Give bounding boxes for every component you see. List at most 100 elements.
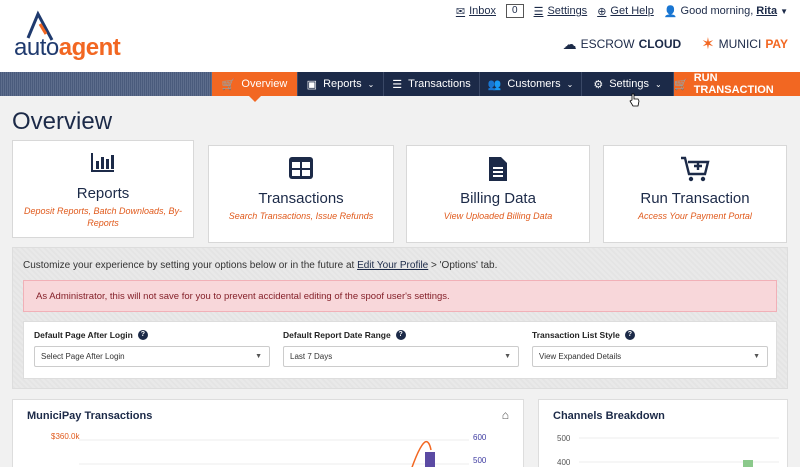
channels-axis-tick: 400 <box>557 458 571 467</box>
report-range-select[interactable]: Last 7 Days ▼ <box>283 346 519 367</box>
cart-icon: 🛒 <box>674 78 688 91</box>
report-range-value: Last 7 Days <box>290 352 333 361</box>
default-page-option: Default Page After Login? Select Page Af… <box>34 330 270 367</box>
chevron-down-icon: ⌄ <box>654 79 662 89</box>
report-range-option: Default Report Date Range? Last 7 Days ▼ <box>283 330 519 367</box>
cart-icon: 🛒 <box>221 78 236 91</box>
utility-bar: ✉ Inbox 0 ☰ Settings ⊕ Get Help 👤 Good m… <box>456 4 788 18</box>
default-page-label: Default Page After Login <box>34 330 133 340</box>
nav-customers-label: Customers <box>507 78 561 90</box>
chevron-down-icon: ▼ <box>504 353 511 360</box>
list-style-option: Transaction List Style? View Expanded De… <box>532 330 768 367</box>
list-style-label: Transaction List Style <box>532 330 620 340</box>
cart-plus-icon <box>604 156 786 182</box>
bar-chart-icon <box>13 151 193 177</box>
reports-card-subtitle: Deposit Reports, Batch Downloads, By-Rep… <box>23 206 183 228</box>
right-axis-tick: 500 <box>473 456 487 465</box>
home-icon[interactable]: ⌂ <box>502 408 509 422</box>
help-icon[interactable]: ? <box>624 330 635 340</box>
user-name: Rita <box>756 5 778 17</box>
edit-profile-link[interactable]: Edit Your Profile <box>357 260 428 271</box>
chevron-down-icon: ⌄ <box>367 79 375 89</box>
help-icon: ⊕ <box>597 5 607 18</box>
left-axis-tick: $360.0k <box>51 432 80 441</box>
user-menu[interactable]: 👤 Good morning, Rita ▼ <box>664 5 788 18</box>
channels-axis-tick: 500 <box>557 434 571 443</box>
run-transaction-card[interactable]: Run Transaction Access Your Payment Port… <box>603 145 787 243</box>
nav-transactions-label: Transactions <box>408 78 471 90</box>
chevron-down-icon: ▼ <box>255 353 262 360</box>
cloud-label: CLOUD <box>638 37 682 51</box>
reports-card[interactable]: Reports Deposit Reports, Batch Downloads… <box>12 140 194 238</box>
channels-breakdown-title: Channels Breakdown <box>553 410 665 422</box>
document-icon <box>407 156 589 182</box>
run-transaction-label: RUN TRANSACTION <box>693 72 774 96</box>
inbox-link[interactable]: ✉ Inbox <box>456 5 496 18</box>
user-icon: 👤 <box>663 5 678 18</box>
channels-breakdown-widget: Channels Breakdown 500 400 <box>538 399 788 467</box>
list-icon: ☰ <box>392 78 403 91</box>
options-intro-suffix: > 'Options' tab. <box>431 260 498 271</box>
options-intro-text: Customize your experience by setting you… <box>23 260 355 271</box>
escrowcloud-brand[interactable]: ☁ ESCROW CLOUD <box>563 36 682 53</box>
page-title: Overview <box>12 108 113 135</box>
municipay-transactions-widget: MuniciPay Transactions ⌂ $360.0k 600 500 <box>12 399 524 467</box>
nav-overview[interactable]: 🛒 Overview <box>212 72 298 102</box>
right-axis-tick: 600 <box>473 433 487 442</box>
list-icon: ☰ <box>533 5 544 18</box>
transactions-chart <box>79 439 469 467</box>
gears-icon: ⚙ <box>593 78 604 91</box>
nav-settings-label: Settings <box>609 78 649 90</box>
help-icon[interactable]: ? <box>395 330 406 340</box>
run-transaction-button[interactable]: 🛒 RUN TRANSACTION <box>674 72 800 96</box>
logo-wordmark: autoagent <box>14 34 121 61</box>
chevron-down-icon: ▼ <box>753 353 760 360</box>
transactions-card-title: Transactions <box>258 190 344 207</box>
nav-transactions[interactable]: ☰ Transactions <box>384 72 480 96</box>
table-icon <box>209 156 393 182</box>
channels-chart <box>579 437 779 467</box>
inbox-count-badge: 0 <box>506 4 524 18</box>
help-link-label: Get Help <box>610 5 654 17</box>
options-panel: Customize your experience by setting you… <box>12 247 788 389</box>
list-style-select[interactable]: View Expanded Details ▼ <box>532 346 768 367</box>
nav-reports-label: Reports <box>323 78 362 90</box>
cloud-icon: ☁ <box>562 35 577 52</box>
report-range-label: Default Report Date Range <box>283 330 391 340</box>
reports-card-title: Reports <box>76 185 130 202</box>
settings-link-label: Settings <box>547 5 588 17</box>
admin-alert: As Administrator, this will not save for… <box>23 280 777 312</box>
default-page-select[interactable]: Select Page After Login ▼ <box>34 346 270 367</box>
billing-data-card-subtitle: View Uploaded Billing Data <box>443 211 553 221</box>
top-header: autoagent ✉ Inbox 0 ☰ Settings ⊕ Get Hel… <box>0 0 800 72</box>
billing-data-card-title: Billing Data <box>460 190 536 207</box>
escrow-label: ESCROW <box>580 37 635 51</box>
chevron-down-icon: ⌄ <box>566 79 574 89</box>
nav-settings[interactable]: ⚙ Settings ⌄ <box>582 72 674 96</box>
municipay-transactions-title: MuniciPay Transactions <box>27 410 153 422</box>
hand-cursor-icon <box>629 93 640 107</box>
options-intro: Customize your experience by setting you… <box>23 260 497 271</box>
options-form: Default Page After Login? Select Page Af… <box>23 321 777 379</box>
transactions-card[interactable]: Transactions Search Transactions, Issue … <box>208 145 394 243</box>
brand-switcher: ☁ ESCROW CLOUD ✶ MUNICI PAY <box>563 34 788 54</box>
list-style-value: View Expanded Details <box>539 352 622 361</box>
help-link[interactable]: ⊕ Get Help <box>597 5 654 18</box>
users-icon: 👥 <box>487 78 502 91</box>
inbox-label: Inbox <box>469 5 496 17</box>
default-page-value: Select Page After Login <box>41 352 125 361</box>
settings-link[interactable]: ☰ Settings <box>534 5 588 18</box>
municipay-star-icon: ✶ <box>701 36 715 53</box>
inbox-icon: ✉ <box>455 5 466 18</box>
main-nav: 🛒 Overview ▣ Reports ⌄ ☰ Transactions 👥 … <box>212 72 800 102</box>
pay-label: PAY <box>765 37 788 51</box>
run-transaction-card-title: Run Transaction <box>640 190 750 207</box>
nav-reports[interactable]: ▣ Reports ⌄ <box>298 72 384 96</box>
nav-overview-label: Overview <box>241 78 288 90</box>
municipay-brand[interactable]: ✶ MUNICI PAY <box>701 34 788 54</box>
billing-data-card[interactable]: Billing Data View Uploaded Billing Data <box>406 145 590 243</box>
help-icon[interactable]: ? <box>137 330 148 340</box>
nav-customers[interactable]: 👥 Customers ⌄ <box>480 72 582 96</box>
munici-label: MUNICI <box>718 37 762 51</box>
transactions-card-subtitle: Search Transactions, Issue Refunds <box>228 211 374 221</box>
